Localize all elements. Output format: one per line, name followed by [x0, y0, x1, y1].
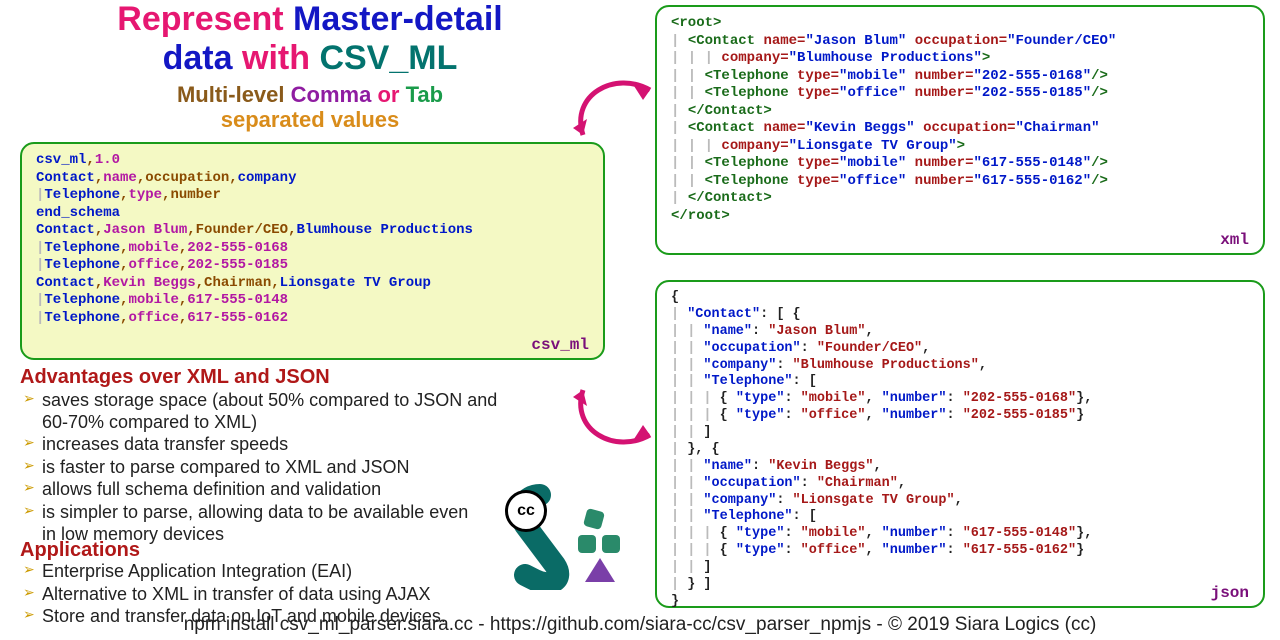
advantages-list: saves storage space (about 50% compared … — [20, 390, 500, 546]
csvml-code-box: csv_ml,1.0 Contact,name,occupation,compa… — [20, 142, 605, 360]
subtitle: Multi-level Comma or Tab separated value… — [40, 82, 580, 133]
list-item: saves storage space (about 50% compared … — [20, 390, 500, 433]
list-item: allows full schema definition and valida… — [20, 479, 500, 501]
csvml-code: csv_ml,1.0 Contact,name,occupation,compa… — [36, 152, 589, 327]
xml-code-box: <root> | <Contact name="Jason Blum" occu… — [655, 5, 1265, 255]
xml-code: <root> | <Contact name="Jason Blum" occu… — [671, 15, 1249, 225]
main-title: Represent Master-detail data with CSV_ML — [20, 0, 600, 78]
xml-label: xml — [1220, 231, 1249, 249]
csvml-label: csv_ml — [531, 336, 589, 354]
list-item: is faster to parse compared to XML and J… — [20, 457, 500, 479]
cc-license-icon: cc — [505, 490, 547, 532]
advantages-heading: Advantages over XML and JSON — [20, 365, 620, 389]
json-label: json — [1211, 584, 1249, 602]
footer-text: npm install csv_ml_parser.siara.cc - htt… — [0, 614, 1280, 636]
list-item: increases data transfer speeds — [20, 434, 500, 456]
json-code-box: { | "Contact": [ { | | "name": "Jason Bl… — [655, 280, 1265, 608]
json-code: { | "Contact": [ { | | "name": "Jason Bl… — [671, 290, 1249, 611]
